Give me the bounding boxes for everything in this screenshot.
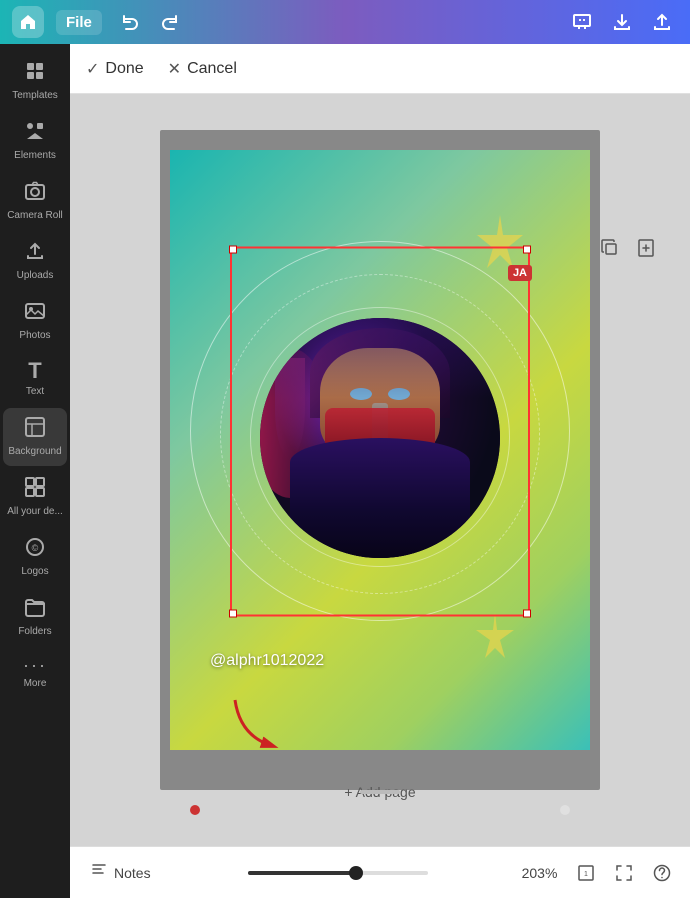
page-view-button[interactable]: 1 <box>570 857 602 889</box>
action-bar: ✓ Done ✕ Cancel <box>70 44 690 94</box>
uploads-label: Uploads <box>17 270 54 282</box>
check-icon: ✓ <box>86 59 99 79</box>
templates-label: Templates <box>12 90 58 102</box>
sidebar-item-camera-roll[interactable]: Camera Roll <box>3 172 67 230</box>
sidebar-item-photos[interactable]: Photos <box>3 292 67 350</box>
x-icon: ✕ <box>168 59 181 79</box>
sidebar-item-elements[interactable]: Elements <box>3 112 67 170</box>
zoom-slider-track[interactable] <box>248 871 428 875</box>
notes-label: Notes <box>114 865 151 881</box>
redo-button[interactable] <box>154 6 186 38</box>
cancel-button[interactable]: ✕ Cancel <box>168 59 237 79</box>
text-label: Text <box>26 386 44 398</box>
canvas-top-icons <box>596 234 660 262</box>
sidebar-item-templates[interactable]: Templates <box>3 52 67 110</box>
photos-icon <box>24 300 46 326</box>
scroll-dot-left <box>190 805 200 815</box>
zoom-slider-fill <box>248 871 356 875</box>
undo-button[interactable] <box>114 6 146 38</box>
main-layout: Templates Elements Camera Roll <box>0 44 690 898</box>
star-bottom-right <box>470 610 520 660</box>
canvas-main[interactable]: JA @alphr1012022 <box>170 150 590 750</box>
elements-label: Elements <box>14 150 56 162</box>
add-page-icon[interactable] <box>632 234 660 262</box>
sidebar-item-folders[interactable]: Folders <box>3 588 67 646</box>
arrow-indicator <box>220 685 290 760</box>
selection-corner-br <box>523 610 531 618</box>
background-label: Background <box>8 446 61 458</box>
logos-icon: © <box>24 536 46 562</box>
zoom-slider-thumb[interactable] <box>349 866 363 880</box>
more-icon: ··· <box>23 656 47 674</box>
logos-label: Logos <box>21 566 48 578</box>
text-icon: T <box>28 360 41 382</box>
camera-roll-label: Camera Roll <box>7 210 63 222</box>
done-label: Done <box>105 60 143 78</box>
share-button[interactable] <box>646 6 678 38</box>
all-designs-icon <box>24 476 46 502</box>
uploads-icon <box>24 240 46 266</box>
selection-corner-tl <box>229 246 237 254</box>
top-bar-actions <box>114 6 186 38</box>
download-button[interactable] <box>606 6 638 38</box>
scroll-dots <box>190 805 570 815</box>
templates-icon <box>24 60 46 86</box>
cancel-label: Cancel <box>187 60 237 78</box>
elements-icon <box>24 120 46 146</box>
top-bar-right <box>566 6 678 38</box>
background-icon <box>24 416 46 442</box>
bottom-bar: Notes 203% 1 <box>70 846 690 898</box>
sidebar-item-text[interactable]: T Text <box>3 352 67 406</box>
content-area: ✓ Done ✕ Cancel <box>70 44 690 898</box>
sidebar: Templates Elements Camera Roll <box>0 44 70 898</box>
scroll-dot-right <box>560 805 570 815</box>
sidebar-item-background[interactable]: Background <box>3 408 67 466</box>
more-label: More <box>24 678 47 690</box>
sidebar-item-more[interactable]: ··· More <box>3 648 67 698</box>
top-bar: File <box>0 0 690 44</box>
duplicate-icon[interactable] <box>596 234 624 262</box>
svg-text:1: 1 <box>584 871 588 878</box>
zoom-slider-container <box>167 871 509 875</box>
selection-corner-tr <box>523 246 531 254</box>
done-button[interactable]: ✓ Done <box>86 59 144 79</box>
folders-icon <box>24 596 46 622</box>
selection-corner-bl <box>229 610 237 618</box>
pull-up-handle[interactable] <box>360 790 400 794</box>
photos-label: Photos <box>19 330 50 342</box>
folders-label: Folders <box>18 626 51 638</box>
ja-badge: JA <box>508 265 532 281</box>
notes-icon <box>90 861 108 884</box>
sidebar-item-logos[interactable]: © Logos <box>3 528 67 586</box>
username-text: @alphr1012022 <box>210 652 324 670</box>
file-menu-button[interactable]: File <box>56 10 102 35</box>
selection-box[interactable] <box>230 247 530 617</box>
camera-roll-icon <box>24 180 46 206</box>
all-designs-label: All your de... <box>7 506 63 518</box>
zoom-level: 203% <box>517 865 562 881</box>
canvas-wrapper: JA @alphr1012022 + Add page <box>160 120 600 820</box>
home-button[interactable] <box>12 6 44 38</box>
svg-text:©: © <box>32 543 39 553</box>
fullscreen-button[interactable] <box>608 857 640 889</box>
canvas-area[interactable]: JA @alphr1012022 + Add page <box>70 94 690 846</box>
notes-button[interactable]: Notes <box>82 855 159 890</box>
help-button[interactable] <box>646 857 678 889</box>
present-icon[interactable] <box>566 6 598 38</box>
sidebar-item-all-designs[interactable]: All your de... <box>3 468 67 526</box>
bottom-right-tools: 1 <box>570 857 678 889</box>
sidebar-item-uploads[interactable]: Uploads <box>3 232 67 290</box>
